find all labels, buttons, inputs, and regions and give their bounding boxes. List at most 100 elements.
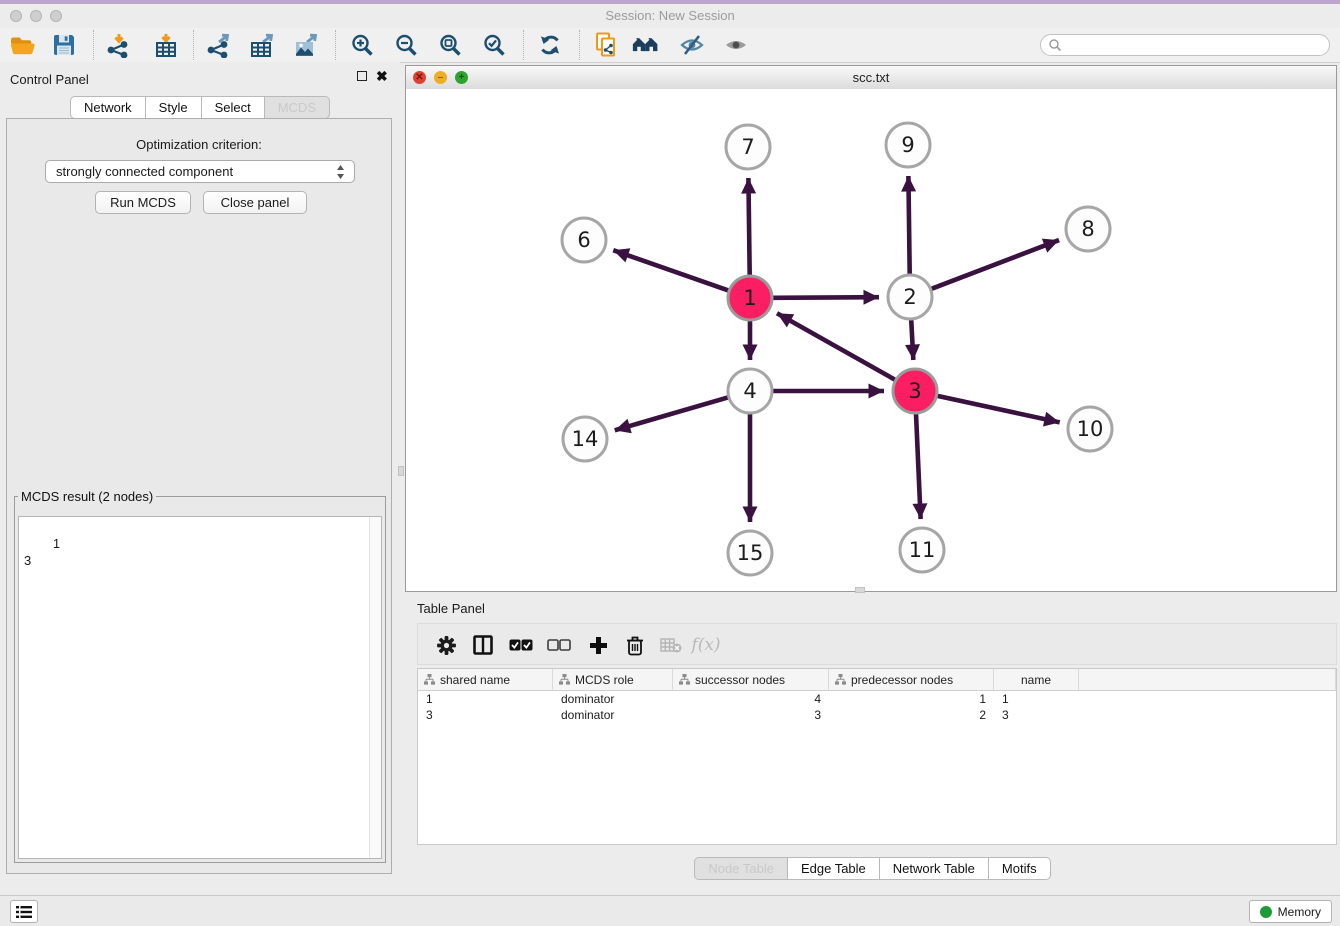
- table-toolbar: f(x): [417, 623, 1337, 665]
- table-cell[interactable]: 1: [994, 691, 1079, 707]
- table-cell[interactable]: 4: [673, 691, 829, 707]
- select-all-icon[interactable]: [507, 632, 535, 658]
- optimization-criterion-select[interactable]: strongly connected component: [45, 160, 355, 183]
- network-view-window: ✕ – + scc.txt 7968124314101511: [405, 65, 1337, 592]
- control-panel-tabs: NetworkStyleSelectMCDS: [0, 96, 400, 119]
- network-window-title: scc.txt: [406, 70, 1336, 85]
- graph-node-label-3: 3: [908, 379, 921, 403]
- table-panel-title: Table Panel: [417, 601, 485, 616]
- table-panel-tabs: Node TableEdge TableNetwork TableMotifs: [405, 857, 1340, 880]
- mcds-panel: Optimization criterion: strongly connect…: [6, 118, 392, 874]
- status-bar: Memory: [0, 895, 1340, 926]
- toolbar-separator: [523, 30, 524, 60]
- vertical-split-handle[interactable]: [398, 466, 404, 476]
- graph-edge-3-11[interactable]: [916, 414, 921, 519]
- run-mcds-button[interactable]: Run MCDS: [95, 191, 191, 214]
- table-cell[interactable]: 1: [829, 691, 994, 707]
- memory-status-icon: [1260, 906, 1272, 918]
- search-input[interactable]: [1067, 36, 1321, 56]
- tab-motifs[interactable]: Motifs: [989, 857, 1051, 880]
- export-table-icon[interactable]: [248, 32, 276, 58]
- column-header-name[interactable]: name: [994, 669, 1079, 690]
- graph-edge-2-3[interactable]: [911, 320, 913, 360]
- graph-edge-1-6[interactable]: [613, 250, 728, 290]
- node-table: shared name MCDS rolesuccessor nodesprede…: [417, 668, 1337, 845]
- result-scrollbar[interactable]: [369, 517, 381, 858]
- export-image-icon[interactable]: [292, 32, 320, 58]
- table-cell[interactable]: 3: [673, 707, 829, 723]
- tab-style[interactable]: Style: [146, 96, 202, 119]
- add-column-icon[interactable]: [584, 632, 612, 658]
- table-cell[interactable]: 1: [418, 691, 553, 707]
- hide-selected-icon[interactable]: [678, 32, 706, 58]
- graph-node-label-10: 10: [1077, 417, 1104, 441]
- table-row-1[interactable]: 1dominator411: [418, 691, 1336, 707]
- graph-edge-1-2[interactable]: [773, 297, 879, 298]
- table-panel: Table Panel ✖: [405, 595, 1340, 893]
- save-session-icon[interactable]: [50, 32, 78, 58]
- delete-columns-icon[interactable]: [621, 632, 649, 658]
- tab-select[interactable]: Select: [202, 96, 265, 119]
- graph-node-label-1: 1: [743, 286, 756, 310]
- search-box[interactable]: [1040, 34, 1330, 56]
- column-header-successor-nodes[interactable]: successor nodes: [673, 669, 829, 690]
- graph-node-label-6: 6: [577, 228, 590, 252]
- graph-edge-2-9[interactable]: [908, 176, 909, 274]
- open-session-icon[interactable]: [8, 32, 36, 58]
- table-header-row: shared name MCDS rolesuccessor nodesprede…: [418, 669, 1336, 691]
- zoom-selected-icon[interactable]: [480, 32, 508, 58]
- function-builder-icon[interactable]: f(x): [692, 632, 720, 658]
- table-cell[interactable]: 3: [994, 707, 1079, 723]
- graph-edge-4-14[interactable]: [615, 397, 728, 430]
- apply-layout-icon[interactable]: [536, 32, 564, 58]
- show-selected-icon[interactable]: [722, 32, 750, 58]
- show-all-networks-icon[interactable]: [632, 32, 660, 58]
- graph-edge-3-10[interactable]: [937, 396, 1059, 423]
- status-menu-button[interactable]: [10, 900, 38, 923]
- toolbar-separator: [193, 30, 194, 60]
- memory-button[interactable]: Memory: [1249, 900, 1332, 923]
- network-window-titlebar[interactable]: ✕ – + scc.txt: [406, 66, 1336, 90]
- table-cell[interactable]: dominator: [553, 707, 673, 723]
- export-network-icon[interactable]: [204, 32, 232, 58]
- zoom-fit-icon[interactable]: [436, 32, 464, 58]
- column-header-label: name: [1021, 673, 1051, 687]
- mcds-result-list[interactable]: 1 3: [18, 516, 382, 859]
- column-header-label: shared name: [440, 673, 510, 687]
- import-network-icon[interactable]: [104, 32, 132, 58]
- column-header-shared-name[interactable]: shared name: [418, 669, 553, 690]
- column-header-predecessor-nodes[interactable]: predecessor nodes: [829, 669, 994, 690]
- column-type-icon: [424, 674, 435, 685]
- table-cell[interactable]: 2: [829, 707, 994, 723]
- copy-network-icon[interactable]: [592, 32, 620, 58]
- graph-edge-3-1[interactable]: [777, 313, 895, 379]
- column-header-mcds-role[interactable]: MCDS role: [553, 669, 673, 690]
- zoom-in-icon[interactable]: [348, 32, 376, 58]
- close-panel-icon[interactable]: ✖: [376, 71, 388, 81]
- graph-node-label-8: 8: [1081, 217, 1094, 241]
- tab-edge-table[interactable]: Edge Table: [788, 857, 880, 880]
- delete-table-icon[interactable]: [657, 632, 685, 658]
- tab-mcds[interactable]: MCDS: [265, 96, 330, 119]
- toggle-columns-icon[interactable]: [469, 632, 497, 658]
- tab-node-table[interactable]: Node Table: [694, 857, 788, 880]
- column-type-icon: [835, 674, 846, 685]
- float-panel-icon[interactable]: [357, 71, 367, 81]
- control-panel: Control Panel ✖ NetworkStyleSelectMCDS O…: [0, 62, 400, 894]
- graph-edge-2-8[interactable]: [931, 240, 1059, 289]
- mcds-result-groupbox: MCDS result (2 nodes) 1 3: [14, 489, 386, 863]
- graph-edge-1-7[interactable]: [748, 178, 749, 275]
- tab-network-table[interactable]: Network Table: [880, 857, 989, 880]
- table-cell[interactable]: 3: [418, 707, 553, 723]
- graph-node-label-4: 4: [743, 379, 756, 403]
- tab-network[interactable]: Network: [70, 96, 146, 119]
- table-row-2[interactable]: 3dominator323: [418, 707, 1336, 723]
- deselect-all-icon[interactable]: [545, 632, 573, 658]
- import-table-icon[interactable]: [152, 32, 180, 58]
- network-canvas[interactable]: 7968124314101511: [406, 89, 1336, 591]
- close-panel-button[interactable]: Close panel: [203, 191, 307, 214]
- table-settings-icon[interactable]: [432, 632, 460, 658]
- zoom-out-icon[interactable]: [392, 32, 420, 58]
- table-cell[interactable]: dominator: [553, 691, 673, 707]
- horizontal-split-handle[interactable]: [855, 587, 865, 593]
